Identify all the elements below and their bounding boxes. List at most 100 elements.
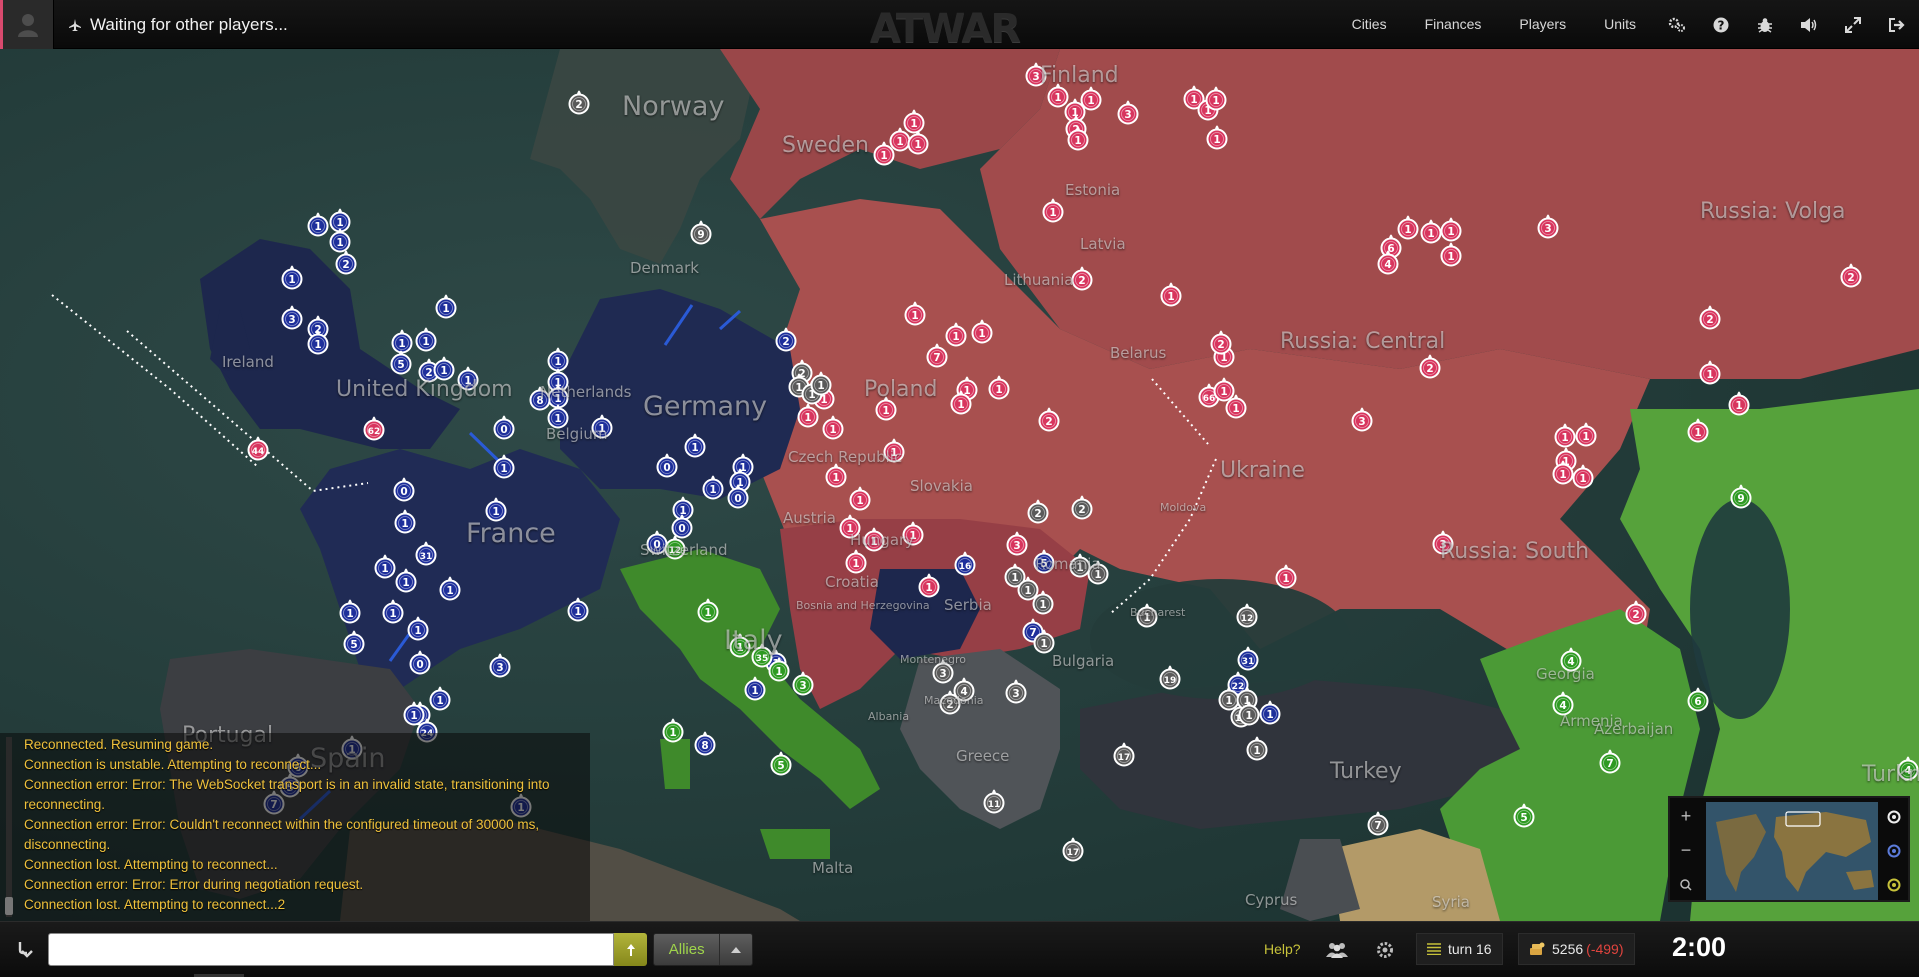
gear-icon[interactable]	[1368, 933, 1402, 967]
unit-count: 1	[402, 577, 409, 589]
unit-count: 1	[1559, 469, 1566, 481]
unit-count: 1	[914, 139, 921, 151]
unit-count: 1	[870, 536, 877, 548]
unit-count: 3	[1013, 540, 1020, 552]
unit-count: 1	[1232, 403, 1239, 415]
unit-count: 1	[795, 382, 802, 394]
turn-label: turn 16	[1448, 941, 1492, 957]
unit-count: 0	[653, 539, 660, 551]
chat-scrollbar[interactable]	[4, 737, 14, 917]
unit-count: 1	[846, 523, 853, 535]
unit-count: 1	[314, 221, 321, 233]
exit-icon[interactable]	[1875, 0, 1919, 49]
unit-count: 1	[896, 136, 903, 148]
unit-count: 1	[1190, 94, 1197, 106]
unit-count: 1	[910, 118, 917, 130]
unit-count: 0	[678, 523, 685, 535]
unit-count: 1	[1694, 427, 1701, 439]
turn-counter[interactable]: turn 16	[1416, 933, 1503, 965]
unit-count: 0	[400, 486, 407, 498]
unit-count: 3	[1439, 539, 1446, 551]
unit-count: 2	[1078, 504, 1085, 516]
unit-count: 1	[1266, 709, 1273, 721]
unit-count: 1	[952, 331, 959, 343]
bug-icon[interactable]	[1743, 0, 1787, 49]
unit-count: 1	[832, 472, 839, 484]
unit-count: 1	[829, 424, 836, 436]
unit-count: 5	[350, 639, 357, 651]
unit-count: 1	[440, 365, 447, 377]
unit-count: 1	[1213, 134, 1220, 146]
bottom-bar: Allies Help? turn 16 5256 (-499) 2:00	[0, 921, 1919, 977]
unit-count: 1	[464, 375, 471, 387]
unit-count: 1	[1582, 431, 1589, 443]
unit-count: 1	[1024, 585, 1031, 597]
unit-count: 3	[1358, 416, 1365, 428]
unit-count: 1	[736, 642, 743, 654]
unit-count: 1	[436, 695, 443, 707]
unit-count: 1	[389, 608, 396, 620]
unit-count: 66	[1203, 394, 1216, 404]
minimap[interactable]: + −	[1668, 796, 1910, 902]
zoom-reset-icon[interactable]	[1672, 868, 1700, 901]
unit-count: 1	[852, 558, 859, 570]
players-icon[interactable]	[1320, 933, 1354, 967]
unit-count: 1	[574, 606, 581, 618]
locate-icon[interactable]	[1880, 800, 1908, 833]
chat-line: Connection is unstable. Attempting to re…	[24, 757, 322, 772]
zoom-in-button[interactable]: +	[1672, 800, 1700, 833]
unit-count: 2	[1078, 275, 1085, 287]
unit-count: 1	[1212, 95, 1219, 107]
unit-count: 4	[1384, 259, 1391, 271]
help-link[interactable]: Help?	[1264, 941, 1301, 957]
nav-cities[interactable]: Cities	[1333, 0, 1406, 49]
unit-count: 12	[669, 546, 682, 556]
top-nav: Cities Finances Players Units ?	[1333, 0, 1919, 49]
unit-count: 19	[1164, 676, 1177, 686]
unit-count: 22	[1232, 682, 1245, 692]
nav-finances[interactable]: Finances	[1406, 0, 1501, 49]
fullscreen-icon[interactable]	[1831, 0, 1875, 49]
unit-count: 1	[957, 399, 964, 411]
sound-icon[interactable]	[1787, 0, 1831, 49]
unit-count: 5	[1040, 558, 1047, 570]
unit-count: 0	[663, 462, 670, 474]
send-button[interactable]	[614, 933, 647, 966]
avatar[interactable]	[3, 0, 54, 49]
unit-count: 1	[288, 274, 295, 286]
nav-players[interactable]: Players	[1500, 0, 1585, 49]
focus-target-icon[interactable]	[1880, 868, 1908, 901]
unit-count: 1	[1049, 207, 1056, 219]
settings-icon[interactable]	[1655, 0, 1699, 49]
unit-count: 1	[1011, 572, 1018, 584]
unit-count: 1	[336, 237, 343, 249]
chat-line: Connection error: Error: The WebSocket t…	[24, 777, 550, 812]
chat-channel-select[interactable]: Allies	[653, 933, 753, 966]
unit-count: 8	[536, 395, 543, 407]
unit-count: 4	[1559, 700, 1566, 712]
unit-count: 2	[1217, 339, 1224, 351]
unit-count: 4	[1904, 765, 1911, 777]
unit-count: 0	[416, 659, 423, 671]
unit-count: 1	[314, 339, 321, 351]
unit-count: 6	[1694, 696, 1701, 708]
unit-count: 0	[500, 424, 507, 436]
zoom-out-button[interactable]: −	[1672, 834, 1700, 867]
unit-count: 1	[1282, 573, 1289, 585]
collapse-chat-icon[interactable]	[8, 933, 42, 967]
unit-count: 3	[1124, 109, 1131, 121]
chat-line: Reconnected. Resuming game.	[24, 737, 214, 752]
unit-count: 1	[598, 423, 605, 435]
minimap-view[interactable]	[1706, 802, 1878, 900]
chat-input[interactable]	[48, 933, 614, 966]
chat-line: Connection error: Error: Couldn't reconn…	[24, 817, 540, 852]
gold-counter[interactable]: 5256 (-499)	[1518, 933, 1635, 965]
unit-count: 1	[890, 447, 897, 459]
unit-count: 5	[1520, 812, 1527, 824]
unit-count: 3	[799, 680, 806, 692]
help-icon[interactable]: ?	[1699, 0, 1743, 49]
nav-units[interactable]: Units	[1585, 0, 1655, 49]
unit-count: 44	[252, 447, 265, 457]
unit-count: 31	[420, 552, 433, 562]
focus-allies-icon[interactable]	[1880, 834, 1908, 867]
